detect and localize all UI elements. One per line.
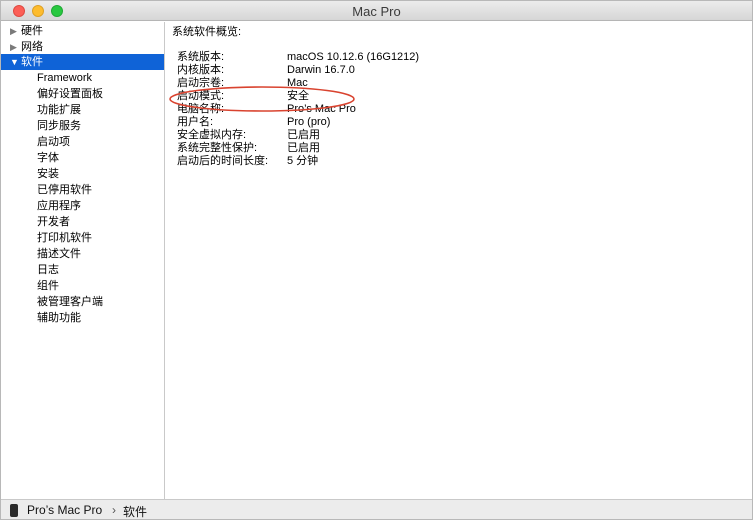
path-item-computer[interactable]: Pro’s Mac Pro [27,503,102,517]
info-key-system-version: 系统版本: [177,51,225,63]
sidebar-item-extensions[interactable]: 功能扩展 [37,102,81,118]
sidebar-item-hardware[interactable]: ▶ 硬件 [1,23,164,39]
sidebar-item-managed-client[interactable]: 被管理客户端 [37,294,103,310]
info-key-user-name: 用户名: [177,116,214,128]
sidebar-item-software[interactable]: ▼ 软件 [1,54,164,70]
sidebar-item-profiles[interactable]: 描述文件 [37,246,81,262]
sidebar-item-accessibility[interactable]: 辅助功能 [37,310,81,326]
info-value-secure-virtual-memory: 已启用 [287,129,320,141]
info-key-secure-virtual-memory: 安全虚拟内存: [177,129,247,141]
sidebar: ▶ 硬件 ▶ 网络 ▼ 软件 Framework 偏好设置面板 功能扩展 同步服… [1,22,165,499]
info-value-system-integrity-protection: 已启用 [287,142,320,154]
sidebar-item-label: 软件 [21,56,43,68]
sidebar-item-developer[interactable]: 开发者 [37,214,70,230]
sidebar-item-installations[interactable]: 安装 [37,166,59,182]
sidebar-item-fonts[interactable]: 字体 [37,150,59,166]
disclosure-right-icon[interactable]: ▶ [10,23,17,39]
system-information-window: Mac Pro ▶ 硬件 ▶ 网络 ▼ 软件 Framework 偏好设置面板 … [0,0,753,520]
detail-pane: 系统软件概览: 系统版本: macOS 10.12.6 (16G1212) 内核… [166,22,752,499]
sidebar-item-applications[interactable]: 应用程序 [37,198,81,214]
info-key-kernel-version: 内核版本: [177,64,225,76]
info-key-time-since-boot: 启动后的时间长度: [177,155,269,167]
info-value-system-version: macOS 10.12.6 (16G1212) [287,51,420,63]
sidebar-item-disabled-software[interactable]: 已停用软件 [37,182,92,198]
sidebar-item-sync-services[interactable]: 同步服务 [37,118,81,134]
mac-pro-icon [10,504,18,517]
sidebar-item-framework[interactable]: Framework [37,70,92,86]
path-separator: › [112,503,116,517]
info-key-boot-volume: 启动宗卷: [177,77,225,89]
sidebar-item-network[interactable]: ▶ 网络 [1,39,164,55]
sidebar-item-label: 硬件 [21,25,43,37]
disclosure-down-icon[interactable]: ▼ [10,54,19,70]
info-value-boot-volume: Mac [287,77,308,89]
window-title: Mac Pro [352,4,401,19]
sidebar-item-preference-panes[interactable]: 偏好设置面板 [37,86,103,102]
info-value-user-name: Pro (pro) [287,116,331,128]
sidebar-item-label: 网络 [21,41,43,53]
path-bar: Pro’s Mac Pro › 软件 [1,499,752,519]
section-title: 系统软件概览: [172,26,242,38]
sidebar-item-startup-items[interactable]: 启动项 [37,134,70,150]
title-bar: Mac Pro [1,1,752,21]
info-key-boot-mode: 启动模式: [177,90,225,102]
path-item-software[interactable]: 软件 [123,503,147,519]
info-key-computer-name: 电脑名称: [177,103,225,115]
info-key-system-integrity-protection: 系统完整性保护: [177,142,258,154]
disclosure-right-icon[interactable]: ▶ [10,39,17,55]
sidebar-item-printer-software[interactable]: 打印机软件 [37,230,92,246]
info-value-boot-mode: 安全 [287,90,309,102]
sidebar-item-components[interactable]: 组件 [37,278,59,294]
info-value-kernel-version: Darwin 16.7.0 [287,64,355,76]
sidebar-item-logs[interactable]: 日志 [37,262,59,278]
info-value-computer-name: Pro’s Mac Pro [287,103,356,115]
info-value-time-since-boot: 5 分钟 [287,155,319,167]
